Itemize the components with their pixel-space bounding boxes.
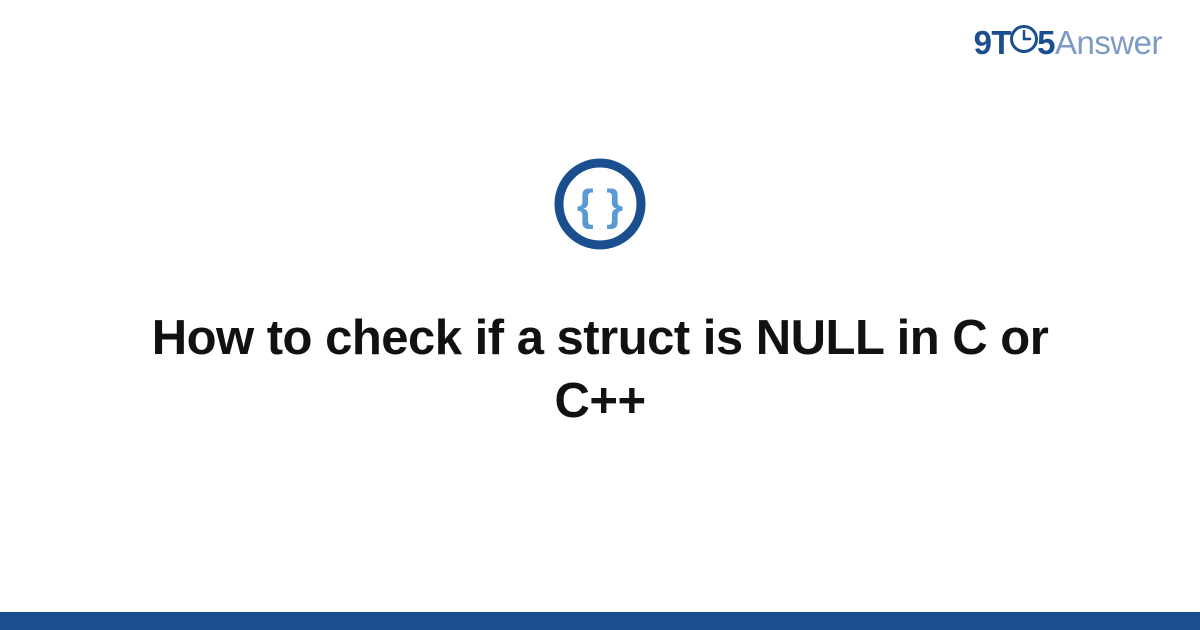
footer-accent-bar	[0, 612, 1200, 630]
page-title: How to check if a struct is NULL in C or…	[120, 307, 1080, 432]
main-content: { } How to check if a struct is NULL in …	[0, 0, 1200, 630]
svg-text:{ }: { }	[577, 181, 623, 230]
code-braces-icon: { }	[554, 158, 646, 255]
